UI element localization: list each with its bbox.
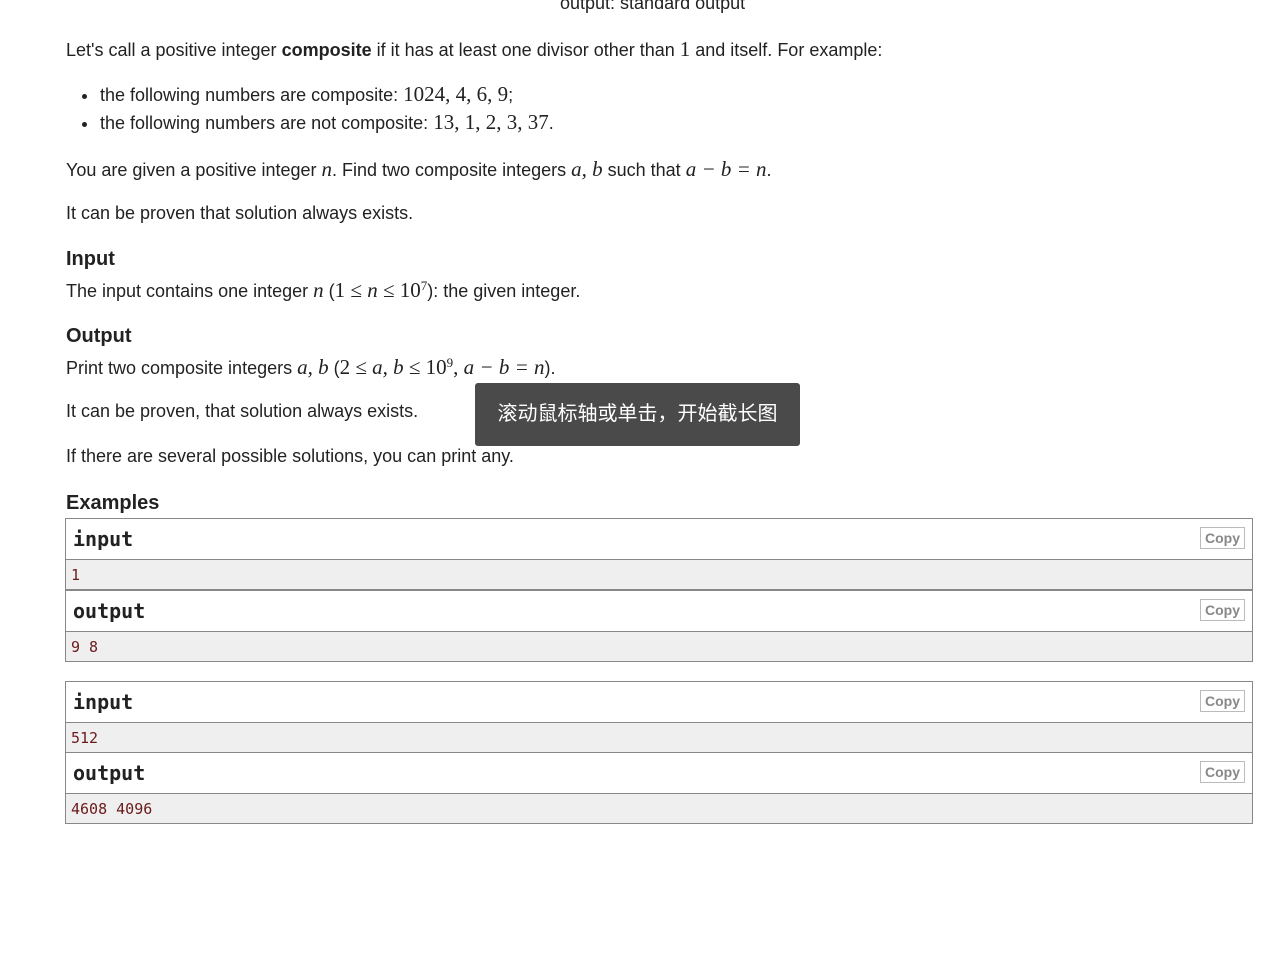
input-block: 1 bbox=[66, 560, 1252, 589]
input-heading: Input bbox=[66, 248, 115, 270]
text: ). bbox=[544, 358, 556, 378]
list-item: the following numbers are composite: 102… bbox=[100, 82, 513, 107]
math: a, b bbox=[571, 157, 603, 181]
output-header: output Copy bbox=[66, 752, 1252, 794]
math: n bbox=[321, 157, 333, 181]
output-header: output Copy bbox=[66, 589, 1252, 632]
math: a − b = n bbox=[685, 157, 767, 181]
text: such that bbox=[602, 160, 686, 180]
math: a − b = n bbox=[463, 355, 545, 379]
statement-paragraph-1: Let's call a positive integer composite … bbox=[66, 37, 882, 62]
text: The input contains one integer bbox=[66, 281, 314, 301]
math: , bbox=[453, 355, 464, 379]
input-value: 1 bbox=[71, 566, 81, 584]
output-note-1: It can be proven, that solution always e… bbox=[66, 401, 419, 421]
math: ≤ 10 bbox=[377, 278, 421, 302]
text: You are given a positive integer bbox=[66, 160, 322, 180]
text: ( bbox=[323, 281, 335, 301]
output-heading: Output bbox=[66, 325, 132, 347]
output-value: 9 8 bbox=[71, 638, 99, 656]
text: ( bbox=[328, 358, 340, 378]
input-label: input bbox=[73, 690, 134, 714]
input-header: input Copy bbox=[66, 519, 1252, 560]
math: 1024, 4, 6, 9 bbox=[403, 82, 509, 106]
input-value: 512 bbox=[71, 729, 99, 747]
text: . Find two composite integers bbox=[332, 160, 572, 180]
output-spec: output: standard output bbox=[560, 0, 746, 13]
input-spec: The input contains one integer n (1 ≤ n … bbox=[66, 278, 580, 303]
bold-term: composite bbox=[281, 40, 372, 60]
output-spec-text: Print two composite integers a, b (2 ≤ a… bbox=[66, 355, 556, 380]
output-label: output bbox=[73, 599, 146, 623]
input-label: input bbox=[73, 527, 134, 551]
text: Print two composite integers bbox=[66, 358, 298, 378]
math: n bbox=[367, 278, 378, 302]
examples-heading: Examples bbox=[66, 492, 160, 514]
statement-paragraph-2: You are given a positive integer n. Find… bbox=[66, 157, 772, 182]
list-item: the following numbers are not composite:… bbox=[100, 110, 554, 135]
math: 2 ≤ bbox=[339, 355, 373, 379]
input-block: 512 bbox=[66, 723, 1252, 752]
example-2: input Copy 512 output Copy 4608 4096 bbox=[65, 681, 1253, 824]
text: the following numbers are not composite: bbox=[100, 113, 434, 133]
text: if it has at least one divisor other tha… bbox=[371, 40, 680, 60]
math: n bbox=[313, 278, 324, 302]
output-value: 4608 4096 bbox=[71, 800, 153, 818]
input-header: input Copy bbox=[66, 682, 1252, 723]
copy-button[interactable]: Copy bbox=[1200, 599, 1245, 621]
text: ): the given integer. bbox=[427, 281, 581, 301]
math: 1 ≤ bbox=[334, 278, 368, 302]
bullet-icon bbox=[82, 94, 87, 99]
text: Let's call a positive integer bbox=[66, 40, 282, 60]
bullet-icon bbox=[82, 122, 87, 127]
text: . bbox=[548, 113, 554, 133]
text: and itself. For example: bbox=[690, 40, 883, 60]
copy-button[interactable]: Copy bbox=[1200, 527, 1245, 549]
output-note-2: If there are several possible solutions,… bbox=[66, 446, 514, 466]
example-1: input Copy 1 output Copy 9 8 bbox=[65, 518, 1253, 662]
math: ≤ 10 bbox=[403, 355, 447, 379]
math: 13, 1, 2, 3, 37 bbox=[433, 110, 549, 134]
math: a, b bbox=[372, 355, 404, 379]
copy-button[interactable]: Copy bbox=[1200, 690, 1245, 712]
math: a, b bbox=[297, 355, 329, 379]
text: the following numbers are composite: bbox=[100, 85, 404, 105]
output-block: 4608 4096 bbox=[66, 794, 1252, 823]
copy-button[interactable]: Copy bbox=[1200, 761, 1245, 783]
text: ; bbox=[508, 85, 514, 105]
output-label: output bbox=[73, 761, 146, 785]
output-block: 9 8 bbox=[66, 632, 1252, 661]
screenshot-tooltip[interactable]: 滚动鼠标轴或单击，开始截长图 bbox=[475, 383, 800, 446]
math: 1 bbox=[679, 37, 691, 61]
text: . bbox=[766, 160, 772, 180]
statement-paragraph-3: It can be proven that solution always ex… bbox=[66, 203, 414, 223]
